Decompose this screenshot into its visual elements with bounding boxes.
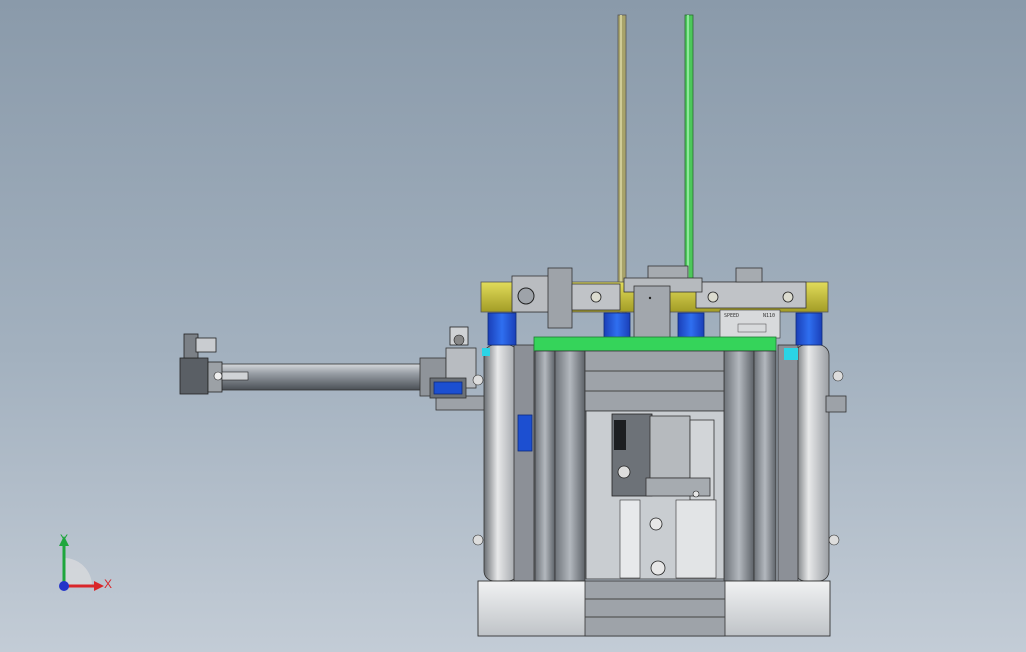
y-axis-label: Y	[60, 532, 68, 546]
frame-cross-bars[interactable]	[584, 350, 725, 412]
blue-block-right[interactable]	[795, 312, 823, 346]
nameplate-left-text: SPEED	[724, 313, 739, 319]
z-axis-dot	[59, 581, 69, 591]
triad-plane	[64, 558, 92, 586]
x-axis-arrow	[94, 581, 104, 591]
cad-viewport[interactable]: SPEED N110 Y X	[0, 0, 1026, 652]
frame-column-left-outer[interactable]	[534, 350, 556, 582]
blue-block-center-right[interactable]	[677, 312, 705, 340]
nameplate: SPEED N110	[719, 309, 781, 339]
nameplate-right-text: N110	[763, 313, 775, 319]
frame-column-right-inner[interactable]	[723, 350, 755, 582]
base-block[interactable]	[477, 580, 831, 637]
right-guide-disk[interactable]	[777, 344, 847, 582]
green-rod[interactable]	[684, 14, 694, 288]
frame-column-left-inner[interactable]	[554, 350, 586, 582]
left-guide-disk[interactable]	[472, 344, 535, 582]
pneumatic-cylinder[interactable]	[214, 347, 487, 411]
green-mount-plate[interactable]	[533, 336, 777, 352]
air-fitting[interactable]	[449, 326, 469, 346]
assembly-model[interactable]: SPEED N110	[0, 0, 1026, 652]
frame-column-right-outer[interactable]	[753, 350, 777, 582]
coordinate-triad: Y X	[59, 532, 112, 591]
x-axis-label: X	[104, 577, 112, 591]
blue-block-center-left[interactable]	[603, 312, 631, 340]
internal-mechanism[interactable]	[585, 410, 725, 580]
blue-block-left[interactable]	[487, 312, 517, 346]
